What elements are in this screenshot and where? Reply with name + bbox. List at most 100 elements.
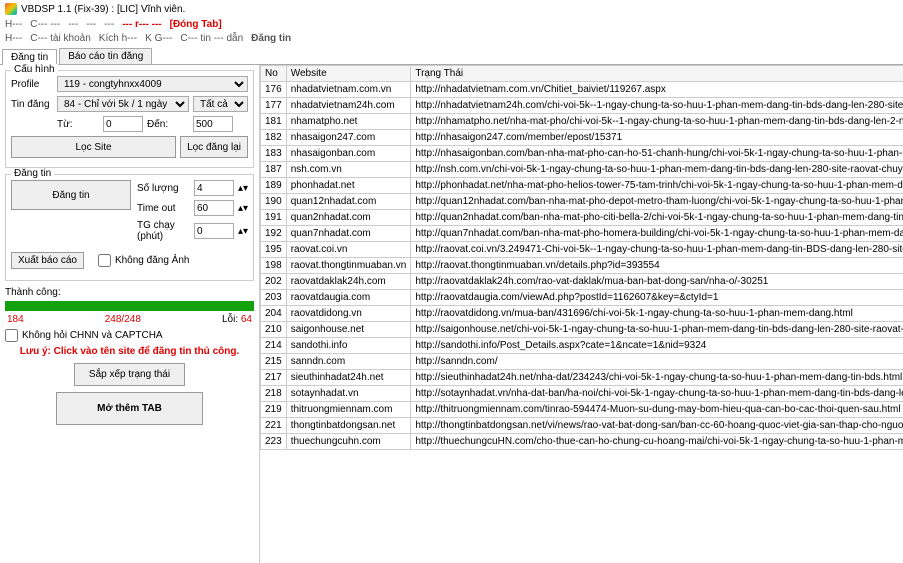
cell-site[interactable]: sieuthinhadat24h.net (286, 370, 411, 386)
cell-site[interactable]: thuechungcuhn.com (286, 434, 411, 450)
menu-item[interactable]: --- r--- --- (122, 19, 161, 32)
table-row[interactable]: 182nhasaigon247.comhttp://nhasaigon247.c… (261, 130, 903, 146)
cell-site[interactable]: raovatdidong.vn (286, 306, 411, 322)
table-row[interactable]: 215sanndn.comhttp://sanndn.com/ (261, 354, 903, 370)
cell-site[interactable]: quan7nhadat.com (286, 226, 411, 242)
spinner-icon[interactable]: ▴▾ (238, 226, 248, 237)
khongdanganh-checkbox[interactable] (98, 254, 111, 267)
xuatbaocao-button[interactable]: Xuất báo cáo (11, 252, 84, 269)
table-row[interactable]: 198raovat.thongtinmuaban.vnhttp://raovat… (261, 258, 903, 274)
menu-item[interactable]: H--- (5, 19, 22, 32)
cell-site[interactable]: raovat.thongtinmuaban.vn (286, 258, 411, 274)
toolbar-item[interactable]: H--- (5, 33, 22, 47)
cell-status: http://raovatdidong.vn/mua-ban/431696/ch… (411, 306, 903, 322)
stats-block: Thành công: 184 248/248 Lỗi: 64 (5, 287, 254, 325)
table-row[interactable]: 219thitruongmiennam.comhttp://thitruongm… (261, 402, 903, 418)
table-row[interactable]: 176nhadatvietnam.com.vnhttp://nhadatviet… (261, 82, 903, 98)
table-row[interactable]: 189phonhadat.nethttp://phonhadat.net/nha… (261, 178, 903, 194)
cell-site[interactable]: sandothi.info (286, 338, 411, 354)
cell-site[interactable]: phonhadat.net (286, 178, 411, 194)
th-website[interactable]: Website (286, 66, 411, 82)
timeout-input[interactable] (194, 200, 234, 216)
right-panel[interactable]: No Website Trạng Thái 176nhadatvietnam.c… (260, 65, 903, 563)
menu-item[interactable]: --- (104, 19, 114, 32)
table-row[interactable]: 217sieuthinhadat24h.nethttp://sieuthinha… (261, 370, 903, 386)
menu-item[interactable]: --- (86, 19, 96, 32)
cell-site[interactable]: raovatdaugia.com (286, 290, 411, 306)
table-row[interactable]: 181nhamatpho.nethttp://nhamatpho.net/nha… (261, 114, 903, 130)
to-input[interactable] (193, 116, 233, 132)
khongdanganh-label: Không đăng Ảnh (115, 255, 190, 266)
cell-site[interactable]: saigonhouse.net (286, 322, 411, 338)
spinner-icon[interactable]: ▴▾ (238, 203, 248, 214)
khonghoi-label: Không hỏi CHNN và CAPTCHA (22, 330, 163, 341)
cell-site[interactable]: raovat.coi.vn (286, 242, 411, 258)
close-tab-menu[interactable]: [Đóng Tab] (170, 19, 222, 32)
toolbar-item[interactable]: C--- tin --- dẫn (180, 33, 243, 47)
profile-select[interactable]: 119 - congtyhnxx4009 (57, 76, 248, 92)
cell-site[interactable]: thitruongmiennam.com (286, 402, 411, 418)
cell-site[interactable]: nhasaigon247.com (286, 130, 411, 146)
dangtin-button[interactable]: Đăng tin (11, 180, 131, 210)
table-row[interactable]: 221thongtinbatdongsan.nethttp://thongtin… (261, 418, 903, 434)
table-row[interactable]: 223thuechungcuhn.comhttp://thuechungcuHN… (261, 434, 903, 450)
table-row[interactable]: 214sandothi.infohttp://sandothi.info/Pos… (261, 338, 903, 354)
table-row[interactable]: 203raovatdaugia.comhttp://raovatdaugia.c… (261, 290, 903, 306)
toolbar-item[interactable]: Kích h--- (99, 33, 137, 47)
from-label: Từ: (57, 119, 99, 130)
table-row[interactable]: 177nhadatvietnam24h.comhttp://nhadatviet… (261, 98, 903, 114)
locsite-button[interactable]: Lọc Site (11, 136, 176, 158)
menu-item[interactable]: --- (68, 19, 78, 32)
tab-baocao[interactable]: Báo cáo tin đăng (59, 48, 152, 64)
cell-site[interactable]: raovatdaklak24h.com (286, 274, 411, 290)
table-row[interactable]: 195raovat.coi.vnhttp://raovat.coi.vn/3.2… (261, 242, 903, 258)
toolbar-item[interactable]: K G--- (145, 33, 172, 47)
cell-site[interactable]: nhasaigonban.com (286, 146, 411, 162)
menu-item[interactable]: C--- --- (30, 19, 60, 32)
table-row[interactable]: 190quan12nhadat.comhttp://quan12nhadat.c… (261, 194, 903, 210)
toolbar-item-active[interactable]: Đăng tin (251, 33, 291, 47)
cell-site[interactable]: thongtinbatdongsan.net (286, 418, 411, 434)
table-row[interactable]: 187nsh.com.vnhttp://nsh.com.vn/chi-voi-5… (261, 162, 903, 178)
results-table: No Website Trạng Thái 176nhadatvietnam.c… (260, 65, 903, 450)
table-row[interactable]: 202raovatdaklak24h.comhttp://raovatdakla… (261, 274, 903, 290)
cell-site[interactable]: sotaynhadat.vn (286, 386, 411, 402)
cell-site[interactable]: quan12nhadat.com (286, 194, 411, 210)
toolbar-item[interactable]: C--- tài khoản (30, 33, 91, 47)
tindang-select[interactable]: 84 - Chỉ với 5k / 1 ngày (57, 96, 189, 112)
from-input[interactable] (103, 116, 143, 132)
table-row[interactable]: 183nhasaigonban.comhttp://nhasaigonban.c… (261, 146, 903, 162)
cell-no: 191 (261, 210, 287, 226)
filter-select[interactable]: Tất cả (193, 96, 248, 112)
spinner-icon[interactable]: ▴▾ (238, 183, 248, 194)
cell-no: 214 (261, 338, 287, 354)
khonghoi-checkbox[interactable] (5, 329, 18, 342)
stat-success: 184 (7, 314, 24, 325)
cell-site[interactable]: nsh.com.vn (286, 162, 411, 178)
menu-bar: H--- C--- --- --- --- --- --- r--- --- [… (0, 18, 903, 33)
table-row[interactable]: 218sotaynhadat.vnhttp://sotaynhadat.vn/n… (261, 386, 903, 402)
table-row[interactable]: 192quan7nhadat.comhttp://quan7nhadat.com… (261, 226, 903, 242)
cell-site[interactable]: quan2nhadat.com (286, 210, 411, 226)
locdanglai-button[interactable]: Lọc đăng lại (180, 136, 248, 158)
cell-site[interactable]: sanndn.com (286, 354, 411, 370)
cell-status: http://nsh.com.vn/chi-voi-5k-1-ngay-chun… (411, 162, 903, 178)
cell-no: 181 (261, 114, 287, 130)
table-row[interactable]: 191quan2nhadat.comhttp://quan2nhadat.com… (261, 210, 903, 226)
cell-site[interactable]: nhamatpho.net (286, 114, 411, 130)
table-row[interactable]: 204raovatdidong.vnhttp://raovatdidong.vn… (261, 306, 903, 322)
cell-status: http://raovat.thongtinmuaban.vn/details.… (411, 258, 903, 274)
sapxep-button[interactable]: Sắp xếp trạng thái (74, 363, 185, 386)
tab-dangtin[interactable]: Đăng tin (2, 49, 57, 65)
cell-site[interactable]: nhadatvietnam.com.vn (286, 82, 411, 98)
table-row[interactable]: 210saigonhouse.nethttp://saigonhouse.net… (261, 322, 903, 338)
profile-label: Profile (11, 79, 53, 90)
th-no[interactable]: No (261, 66, 287, 82)
tgchay-input[interactable] (194, 223, 234, 239)
cell-status: http://quan12nhadat.com/ban-nha-mat-pho-… (411, 194, 903, 210)
cell-site[interactable]: nhadatvietnam24h.com (286, 98, 411, 114)
th-status[interactable]: Trạng Thái (411, 66, 903, 82)
soluong-input[interactable] (194, 180, 234, 196)
cell-status: http://thongtinbatdongsan.net/vi/news/ra… (411, 418, 903, 434)
mothem-button[interactable]: Mở thêm TAB (56, 392, 203, 425)
